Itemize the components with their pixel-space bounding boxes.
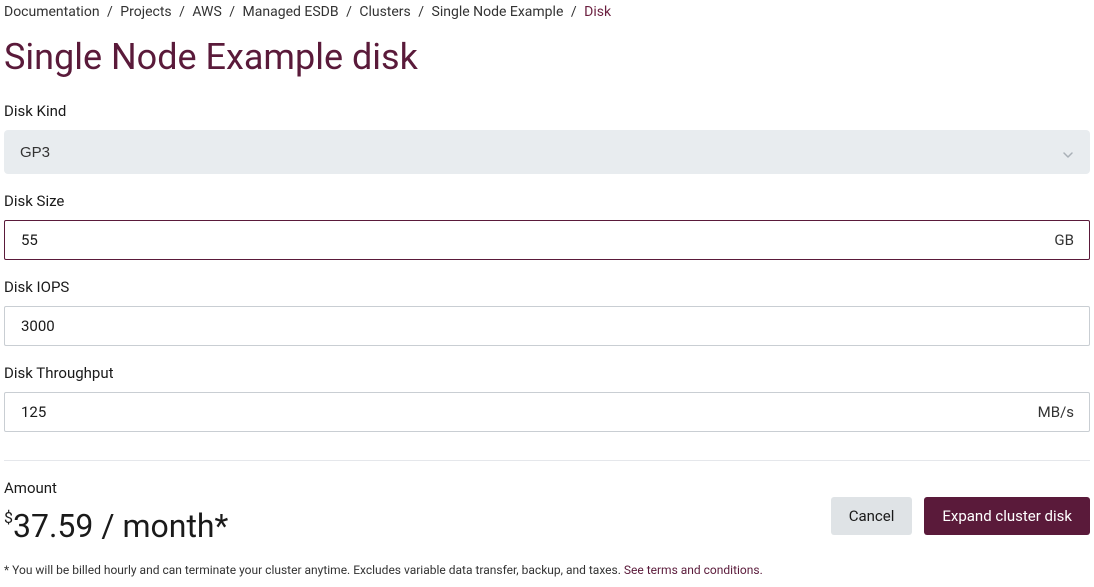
disk-kind-select[interactable] [4, 130, 1090, 174]
fineprint: * You will be billed hourly and can term… [4, 563, 1090, 577]
amount-label: Amount [4, 479, 228, 497]
disk-iops-field-group: Disk IOPS [4, 278, 1090, 346]
breadcrumb-item[interactable]: Managed ESDB [243, 4, 339, 20]
disk-size-label: Disk Size [4, 192, 1090, 210]
footer-row: Amount $37.59 / month* Cancel Expand clu… [4, 479, 1090, 545]
breadcrumb: Documentation / Projects / AWS / Managed… [4, 4, 1090, 20]
price-period: / month* [93, 507, 228, 545]
disk-throughput-input-wrap: MB/s [4, 392, 1090, 432]
disk-throughput-input[interactable] [4, 392, 1090, 432]
page-title: Single Node Example disk [4, 36, 1090, 78]
disk-iops-input-wrap [4, 306, 1090, 346]
cancel-button[interactable]: Cancel [831, 497, 913, 535]
disk-kind-label: Disk Kind [4, 102, 1090, 120]
disk-size-field-group: Disk Size GB [4, 192, 1090, 260]
expand-cluster-disk-button[interactable]: Expand cluster disk [924, 497, 1090, 535]
disk-kind-select-wrap [4, 130, 1090, 174]
disk-iops-label: Disk IOPS [4, 278, 1090, 296]
section-divider [4, 460, 1090, 461]
price-value: 37.59 [13, 507, 93, 545]
disk-size-input-wrap: GB [4, 220, 1090, 260]
disk-iops-input[interactable] [4, 306, 1090, 346]
breadcrumb-separator: / [107, 4, 113, 20]
disk-size-input[interactable] [4, 220, 1090, 260]
breadcrumb-separator: / [179, 4, 185, 20]
breadcrumb-current: Disk [584, 4, 611, 20]
action-buttons: Cancel Expand cluster disk [831, 497, 1090, 535]
terms-link[interactable]: See terms and conditions. [624, 563, 763, 577]
breadcrumb-separator: / [229, 4, 235, 20]
disk-throughput-label: Disk Throughput [4, 364, 1090, 382]
price-line: $37.59 / month* [4, 507, 228, 545]
breadcrumb-separator: / [418, 4, 424, 20]
breadcrumb-item[interactable]: Documentation [4, 4, 100, 20]
breadcrumb-separator: / [346, 4, 352, 20]
amount-block: Amount $37.59 / month* [4, 479, 228, 545]
fineprint-text: * You will be billed hourly and can term… [4, 563, 624, 577]
breadcrumb-item[interactable]: Clusters [359, 4, 410, 20]
breadcrumb-separator: / [571, 4, 577, 20]
disk-kind-field-group: Disk Kind [4, 102, 1090, 174]
breadcrumb-item[interactable]: Single Node Example [432, 4, 564, 20]
disk-throughput-field-group: Disk Throughput MB/s [4, 364, 1090, 432]
breadcrumb-item[interactable]: AWS [192, 4, 221, 20]
price-currency: $ [4, 508, 13, 527]
breadcrumb-item[interactable]: Projects [120, 4, 171, 20]
